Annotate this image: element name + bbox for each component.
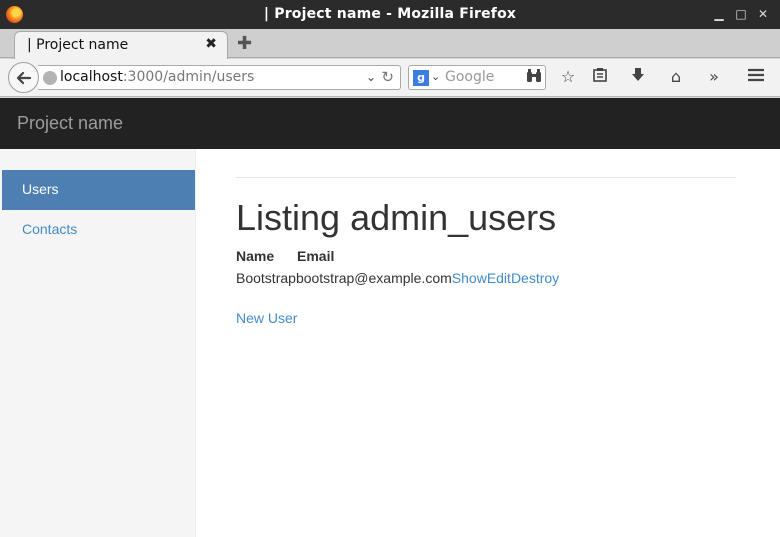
- url-dropdown-icon[interactable]: ⌄: [366, 70, 376, 84]
- home-icon[interactable]: ⌂: [666, 67, 686, 87]
- reload-icon[interactable]: ↻: [381, 68, 394, 86]
- back-button[interactable]: [8, 62, 39, 93]
- column-header-email: Email: [297, 248, 335, 264]
- sidebar: Users Contacts: [0, 149, 196, 537]
- url-text[interactable]: localhost:3000/admin/users: [60, 69, 254, 85]
- search-engine-dropdown-icon[interactable]: ⌄: [431, 70, 440, 83]
- url-host: localhost: [60, 69, 123, 85]
- tab-strip: | Project name ✖ ✚: [0, 29, 780, 59]
- sidebar-item-label: Users: [22, 181, 59, 197]
- edit-link[interactable]: Edit: [487, 270, 511, 286]
- browser-tab[interactable]: | Project name ✖: [14, 31, 228, 59]
- page-title: Listing admin_users: [236, 197, 557, 238]
- divider: [236, 177, 736, 178]
- tab-title: | Project name: [27, 37, 129, 53]
- globe-icon: [43, 71, 57, 85]
- overflow-chevron-icon[interactable]: »: [704, 67, 724, 87]
- sidebar-item-contacts[interactable]: Contacts: [2, 210, 195, 250]
- close-window-icon[interactable]: ✕: [755, 6, 771, 22]
- search-bar[interactable]: g ⌄ Google: [408, 65, 546, 90]
- window-title: | Project name - Mozilla Firefox: [263, 6, 517, 22]
- back-arrow-icon: [16, 71, 32, 85]
- sidebar-item-users[interactable]: Users: [2, 170, 195, 210]
- maximize-icon[interactable]: □: [733, 6, 749, 22]
- new-user-link[interactable]: New User: [236, 310, 297, 326]
- downloads-icon[interactable]: [628, 67, 648, 87]
- new-tab-icon[interactable]: ✚: [237, 33, 252, 54]
- column-header-name: Name: [236, 248, 275, 264]
- cell-name: Bootstrap: [236, 270, 296, 286]
- app-navbar: Project name: [0, 98, 780, 149]
- sidebar-item-label: Contacts: [22, 221, 78, 237]
- close-tab-icon[interactable]: ✖: [205, 36, 217, 52]
- show-link[interactable]: Show: [452, 270, 487, 286]
- url-bar[interactable]: localhost:3000/admin/users ⌄ ↻: [38, 65, 401, 90]
- minimize-icon[interactable]: ▁: [711, 6, 727, 22]
- web-page: Project name Users Contacts Listing admi…: [0, 98, 780, 537]
- binoculars-icon[interactable]: [526, 69, 542, 87]
- table-row: Bootstrapbootstrap@example.comShowEditDe…: [236, 270, 559, 286]
- window-titlebar: | Project name - Mozilla Firefox ▁ □ ✕: [0, 0, 780, 29]
- bookmark-star-icon[interactable]: ☆: [558, 67, 578, 87]
- brand-link[interactable]: Project name: [17, 113, 123, 134]
- search-placeholder: Google: [445, 69, 495, 85]
- menu-hamburger-icon[interactable]: [746, 67, 766, 87]
- url-path: :3000/admin/users: [122, 69, 255, 85]
- navigation-toolbar: localhost:3000/admin/users ⌄ ↻ g ⌄ Googl…: [0, 59, 780, 97]
- destroy-link[interactable]: Destroy: [511, 270, 559, 286]
- reading-list-icon[interactable]: [590, 67, 610, 87]
- search-engine-icon[interactable]: g: [413, 70, 429, 86]
- cell-email: bootstrap@example.com: [295, 270, 452, 286]
